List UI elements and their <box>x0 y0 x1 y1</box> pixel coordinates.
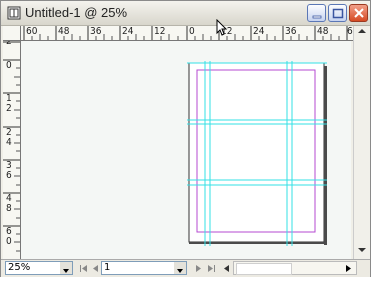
scroll-left-icon[interactable] <box>222 264 232 274</box>
horizontal-scrollbar[interactable] <box>233 261 357 275</box>
page-select[interactable]: 1 <box>101 261 187 275</box>
ruler-label: 48 <box>317 26 329 37</box>
maximize-icon <box>332 8 344 19</box>
ruler-label: 60 <box>26 26 38 37</box>
ruler-label: 36 <box>285 26 297 37</box>
status-bar: 25% 1 <box>1 259 370 277</box>
ruler-label: 4 8 <box>6 193 12 214</box>
document-window: Untitled-1 @ 25% 60 48 36 24 12 0 12 24 … <box>0 0 371 277</box>
page-value: 1 <box>104 262 111 273</box>
page-shadow <box>324 66 327 245</box>
title-bar[interactable]: Untitled-1 @ 25% <box>1 1 370 26</box>
last-page-icon[interactable] <box>206 264 218 274</box>
vertical-scrollbar[interactable] <box>353 26 370 259</box>
maximize-button[interactable] <box>328 4 347 22</box>
ruler-label: 0 <box>189 26 195 37</box>
vertical-ruler[interactable]: 2 0 1 2 2 4 3 6 4 8 6 0 <box>3 41 21 259</box>
scroll-down-icon <box>358 248 366 252</box>
page-dropdown-button[interactable] <box>174 262 186 274</box>
horizontal-ruler[interactable]: 60 48 36 24 12 0 12 24 36 48 6 <box>21 26 353 41</box>
horizontal-ruler-ticks <box>23 26 348 40</box>
zoom-select[interactable]: 25% <box>5 261 73 275</box>
pasteboard[interactable] <box>21 41 351 259</box>
ruler-label: 48 <box>58 26 70 37</box>
ruler-label: 36 <box>90 26 102 37</box>
ruler-origin[interactable] <box>3 26 21 41</box>
window-title: Untitled-1 @ 25% <box>25 5 128 20</box>
chevron-down-icon <box>177 269 183 273</box>
ruler-label: 12 <box>154 26 166 37</box>
close-icon <box>354 8 364 18</box>
ruler-label: 6 <box>347 26 353 37</box>
ruler-label: 3 6 <box>6 160 12 181</box>
ruler-label: 0 <box>6 60 12 71</box>
scroll-up-icon <box>358 29 366 33</box>
next-page-icon[interactable] <box>194 264 204 274</box>
ruler-label: 1 2 <box>6 93 12 114</box>
ruler-label: 24 <box>122 26 134 37</box>
minimize-button[interactable] <box>307 4 326 22</box>
chevron-down-icon <box>63 269 69 273</box>
vertical-scrollbar-graphic <box>358 29 366 252</box>
zoom-value: 25% <box>8 262 31 273</box>
document-page[interactable] <box>21 41 351 259</box>
ruler-label: 2 4 <box>6 127 12 148</box>
scroll-right-icon[interactable] <box>344 264 354 274</box>
ruler-label: 2 <box>6 41 12 47</box>
ruler-label: 6 0 <box>6 226 12 247</box>
page-frame <box>188 62 325 243</box>
ruler-label: 24 <box>253 26 265 37</box>
minimize-icon <box>312 15 322 19</box>
horizontal-scroll-thumb[interactable] <box>236 263 292 275</box>
close-button[interactable] <box>349 4 368 22</box>
zoom-dropdown-button[interactable] <box>60 262 72 274</box>
mouse-cursor-icon <box>216 19 228 36</box>
prev-page-icon[interactable] <box>91 264 101 274</box>
indesign-doc-icon <box>7 6 21 20</box>
